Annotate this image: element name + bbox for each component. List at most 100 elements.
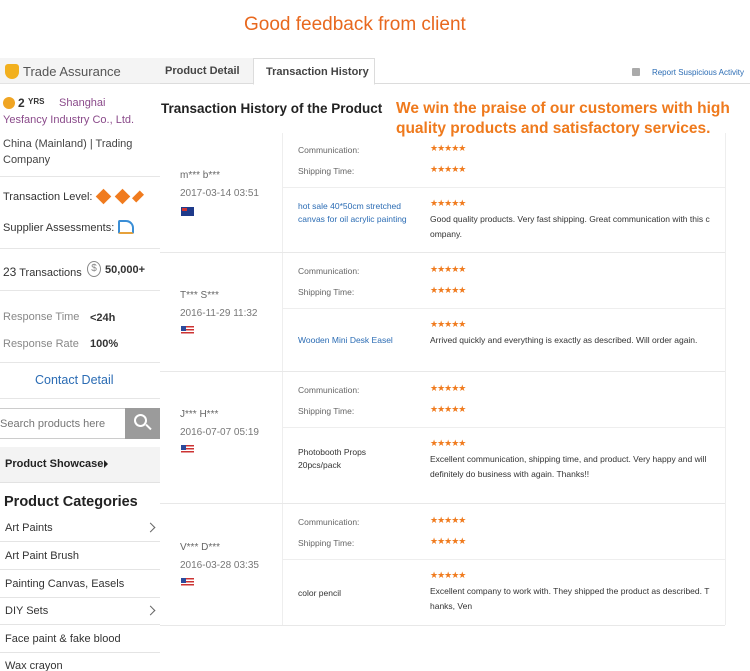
category-label: Painting Canvas, Easels — [5, 578, 125, 590]
tab-label: Transaction History — [266, 66, 369, 78]
review-date: 2016-07-07 05:19 — [180, 427, 259, 438]
product-link[interactable]: Wooden Mini Desk Easel — [298, 334, 408, 347]
report-suspicious-link[interactable]: Report Suspicious Activity — [652, 68, 744, 77]
category-label: Art Paint Brush — [5, 550, 79, 562]
communication-stars: ★★★★★ — [430, 515, 466, 525]
communication-label: Communication: — [298, 385, 360, 395]
communication-stars: ★★★★★ — [430, 264, 466, 274]
category-item[interactable]: Face paint & fake blood — [0, 626, 160, 653]
response-rate-label: Response Rate — [3, 338, 79, 350]
review-row: m*** b*** 2017-03-14 03:51 Communication… — [160, 133, 725, 253]
supplier-sidebar: Trade Assurance 2 YRS Shanghai Yesfancy … — [0, 58, 160, 671]
years-row: 2 YRS Shanghai — [3, 96, 160, 112]
buyer-name: J*** H*** — [180, 409, 219, 420]
supplier-assessments-label: Supplier Assessments: — [3, 222, 115, 234]
product-search — [0, 408, 160, 439]
response-rate-value: 100% — [90, 338, 119, 350]
communication-stars: ★★★★★ — [430, 143, 466, 153]
shipping-label: Shipping Time: — [298, 406, 355, 416]
transaction-level-label: Transaction Level: — [3, 191, 93, 203]
australia-flag-icon — [181, 207, 194, 216]
divider — [0, 362, 160, 363]
review-row: V*** D*** 2016-03-28 03:35 Communication… — [160, 505, 725, 626]
product-tabs: Product Detail Transaction History Repor… — [160, 58, 750, 85]
us-flag-icon — [181, 326, 194, 335]
communication-label: Communication: — [298, 517, 360, 527]
half-diamond-icon — [131, 190, 145, 203]
transactions-label: Transactions — [19, 267, 82, 279]
tab-label: Product Detail — [165, 65, 240, 77]
review-date: 2016-03-28 03:35 — [180, 560, 259, 571]
years-number: 2 — [18, 96, 25, 110]
diamond-icon — [114, 188, 131, 205]
supplier-city: Shanghai — [59, 97, 106, 109]
contact-detail-link[interactable]: Contact Detail — [35, 373, 114, 387]
review-date: 2016-11-29 11:32 — [180, 308, 258, 319]
caret-right-icon — [104, 460, 108, 468]
tab-transaction-history[interactable]: Transaction History — [253, 58, 375, 85]
search-input[interactable] — [0, 409, 125, 438]
review-row: J*** H*** 2016-07-07 05:19 Communication… — [160, 373, 725, 504]
transactions-number: 23 — [3, 265, 17, 279]
shipping-stars: ★★★★★ — [430, 404, 466, 414]
shipping-label: Shipping Time: — [298, 166, 355, 176]
transactions-count: 23 Transactions — [3, 265, 82, 279]
divider — [0, 290, 160, 291]
divider — [0, 248, 160, 249]
review-stars: ★★★★★ — [430, 438, 466, 448]
divider — [0, 176, 160, 177]
category-item[interactable]: Art Paints — [0, 515, 160, 542]
chevron-right-icon — [145, 605, 156, 616]
communication-label: Communication: — [298, 266, 360, 276]
category-item[interactable]: Painting Canvas, Easels — [0, 571, 160, 598]
banner: Good feedback from client — [0, 8, 750, 42]
shipping-label: Shipping Time: — [298, 287, 355, 297]
product-link[interactable]: hot sale 40*50cm stretched canvas for oi… — [298, 200, 408, 226]
us-flag-icon — [181, 445, 194, 454]
response-time-value: <24h — [90, 312, 116, 324]
buyer-name: m*** b*** — [180, 170, 221, 181]
buyer-name: V*** D*** — [180, 542, 221, 553]
review-text: Excellent communication, shipping time, … — [430, 454, 707, 479]
shipping-label: Shipping Time: — [298, 538, 355, 548]
years-label: YRS — [28, 97, 45, 106]
company-location: China (Mainland) | Trading Company — [3, 138, 133, 166]
dollar-icon: $ — [87, 261, 101, 277]
tab-product-detail[interactable]: Product Detail — [160, 58, 252, 83]
transactions-amount: 50,000+ — [105, 264, 146, 276]
gold-coin-icon — [3, 97, 15, 109]
category-item[interactable]: DIY Sets — [0, 598, 160, 625]
shipping-stars: ★★★★★ — [430, 285, 466, 295]
category-item[interactable]: Art Paint Brush — [0, 543, 160, 570]
review-text: Arrived quickly and everything is exactl… — [430, 335, 698, 345]
product-categories-title: Product Categories — [4, 494, 138, 510]
page-title: Transaction History of the Product — [161, 101, 383, 116]
category-label: Art Paints — [5, 522, 53, 534]
company-name[interactable]: Yesfancy Industry Co., Ltd. — [3, 114, 134, 126]
review-text: Good quality products. Very fast shippin… — [430, 214, 710, 239]
review-stars: ★★★★★ — [430, 319, 466, 329]
banner-title: Good feedback from client — [244, 14, 466, 35]
review-stars: ★★★★★ — [430, 570, 466, 580]
buyer-name: T*** S*** — [180, 290, 219, 301]
review-date: 2017-03-14 03:51 — [180, 188, 259, 199]
product-name[interactable]: color pencil — [298, 587, 408, 600]
review-stars: ★★★★★ — [430, 198, 466, 208]
trade-assurance-header[interactable]: Trade Assurance — [0, 58, 160, 84]
shipping-stars: ★★★★★ — [430, 164, 466, 174]
assessment-icon[interactable] — [118, 220, 134, 234]
shield-icon — [5, 64, 19, 79]
product-showcase-link[interactable]: Product Showcase — [0, 447, 160, 483]
flag-report-icon — [632, 68, 640, 76]
review-row: T*** S*** 2016-11-29 11:32 Communication… — [160, 254, 725, 372]
search-button[interactable] — [125, 408, 160, 439]
category-item[interactable]: Wax crayon — [0, 653, 160, 671]
communication-stars: ★★★★★ — [430, 383, 466, 393]
product-showcase-label: Product Showcase — [5, 458, 104, 470]
us-flag-icon — [181, 578, 194, 587]
category-label: Wax crayon — [5, 660, 63, 671]
review-text: Excellent company to work with. They shi… — [430, 586, 710, 611]
product-name[interactable]: Photobooth Props 20pcs/pack — [298, 446, 388, 472]
trade-assurance-label: Trade Assurance — [23, 64, 121, 79]
diamond-icon — [95, 188, 112, 205]
